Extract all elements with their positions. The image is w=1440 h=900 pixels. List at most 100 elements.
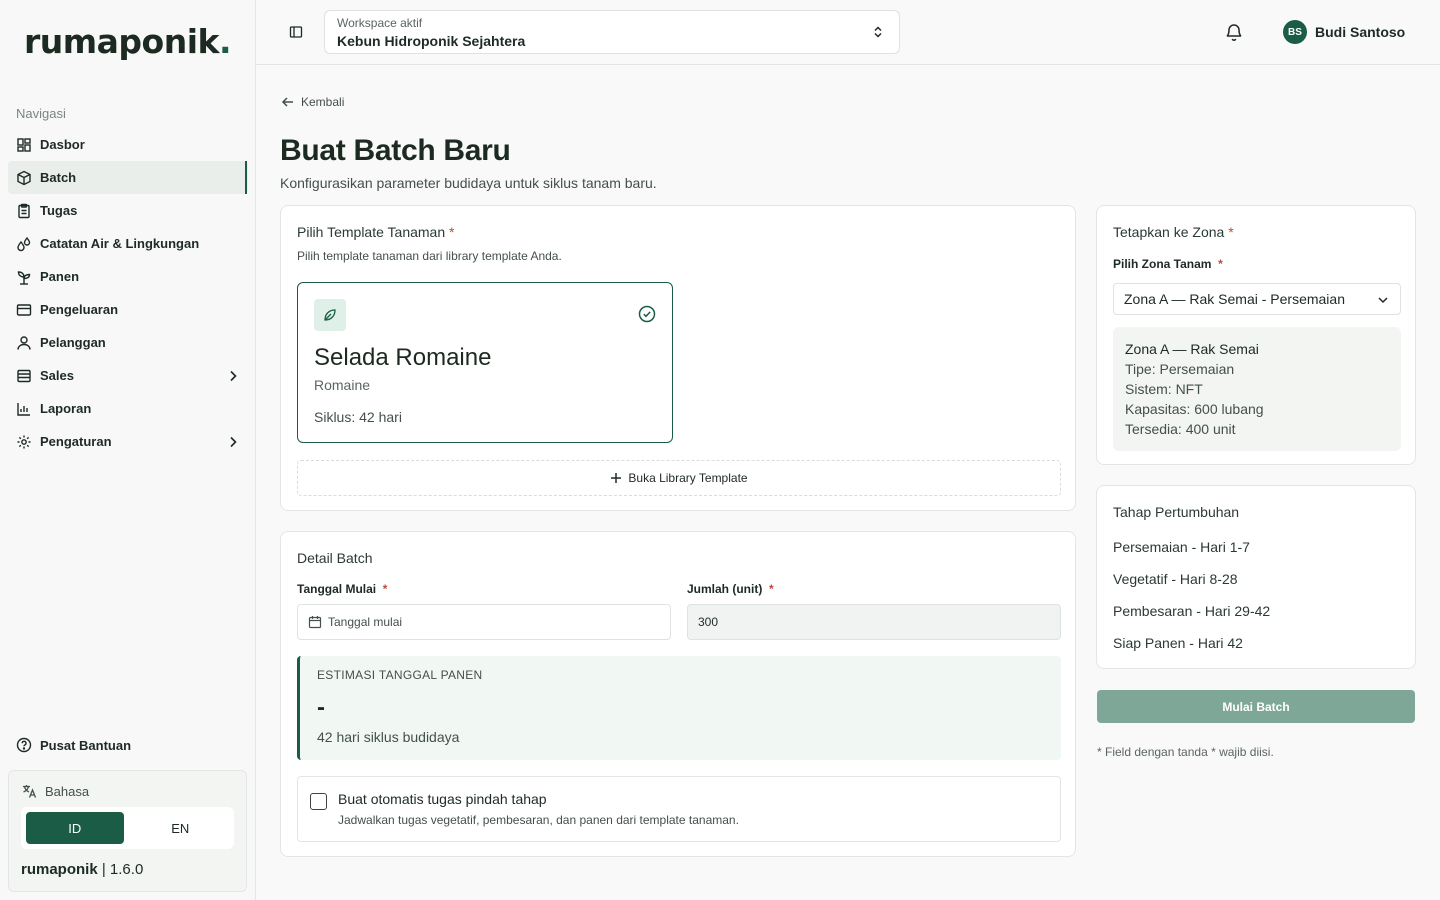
template-section-title: Pilih Template Tanaman * [297,224,455,240]
workspace-label: Workspace aktif [337,16,423,30]
required-fields-note: * Field dengan tanda * wajib diisi. [1097,745,1274,759]
sidebar-item-label: Panen [40,269,80,284]
start-date-label: Tanggal Mulai * [297,582,388,596]
sidebar-item-batch[interactable]: Batch [8,161,248,194]
workspace-value: Kebun Hidroponik Sejahtera [337,33,526,49]
sidebar-item-dasbor[interactable]: Dasbor [8,128,248,161]
language-label: Bahasa [21,783,89,799]
sidebar-item-pengaturan[interactable]: Pengaturan [8,425,248,458]
auto-task-description: Jadwalkan tugas vegetatif, pembesaran, d… [338,813,739,827]
user-icon [17,335,31,350]
user-menu[interactable]: BS Budi Santoso [1283,20,1405,44]
avatar: BS [1283,20,1307,44]
sidebar-item-label: Pengaturan [40,434,112,449]
zone-info-type: Tipe: Persemaian [1125,361,1235,377]
sidebar-item-label: Catatan Air & Lingkungan [40,236,200,251]
gear-icon [17,435,31,448]
zone-section-title: Tetapkan ke Zona * [1113,224,1234,240]
sidebar-item-sales[interactable]: Sales [8,359,248,392]
sidebar: rumaponik. Navigasi Dasbor Batch Tugas C… [0,0,256,900]
language-option-id[interactable]: ID [26,812,124,844]
growth-stage-item: Persemaian - Hari 1-7 [1113,539,1250,555]
harvest-estimate-label: ESTIMASI TANGGAL PANEN [317,668,483,682]
template-section-description: Pilih template tanaman dari library temp… [297,249,562,263]
language-toggle: ID EN [21,807,234,849]
auto-task-checkbox[interactable] [310,793,327,810]
language-panel: Bahasa ID EN rumaponik | 1.6.0 [8,770,247,892]
sprout-icon [17,270,31,285]
sidebar-item-label: Laporan [40,401,92,416]
app-version: rumaponik | 1.6.0 [21,861,144,878]
sidebar-nav: Dasbor Batch Tugas Catatan Air & Lingkun… [8,128,248,458]
language-option-en[interactable]: EN [132,812,230,844]
harvest-estimate-note: 42 hari siklus budidaya [317,729,460,745]
growth-stage-item: Pembesaran - Hari 29-42 [1113,603,1271,619]
chevron-right-icon[interactable] [226,369,240,383]
chart-icon [17,402,30,416]
batch-detail-section: Detail Batch Tanggal Mulai * Tanggal mul… [280,531,1076,857]
clipboard-icon [18,203,30,218]
check-circle-icon [638,305,656,323]
growth-stages-section: Tahap Pertumbuhan Persemaian - Hari 1-7 … [1096,485,1416,669]
workspace-switcher[interactable]: Workspace aktif Kebun Hidroponik Sejahte… [324,10,900,54]
back-link[interactable]: Kembali [281,95,344,109]
zone-info-available: Tersedia: 400 unit [1125,421,1236,437]
harvest-estimate-value: - [317,694,325,721]
page-title: Buat Batch Baru [280,134,511,167]
sidebar-item-tugas[interactable]: Tugas [8,194,248,227]
quantity-label: Jumlah (unit) * [687,582,774,596]
sidebar-item-panen[interactable]: Panen [8,260,248,293]
droplets-icon [17,236,31,251]
sidebar-item-pengeluaran[interactable]: Pengeluaran [8,293,248,326]
template-variety: Romaine [314,377,371,393]
dashboard-icon [17,137,31,152]
page-subtitle: Konfigurasikan parameter budidaya untuk … [280,175,657,191]
template-section: Pilih Template Tanaman * Pilih template … [280,205,1076,511]
sidebar-item-label: Pelanggan [40,335,106,350]
zone-select-label: Pilih Zona Tanam * [1113,257,1223,271]
zone-info-panel: Zona A — Rak Semai Tipe: Persemaian Sist… [1113,327,1401,451]
nav-heading: Navigasi [16,106,66,121]
template-name: Selada Romaine [314,344,492,371]
help-center-link[interactable]: Pusat Bantuan [16,737,131,753]
growth-stage-item: Siap Panen - Hari 42 [1113,635,1243,651]
zone-info-capacity: Kapasitas: 600 lubang [1125,401,1264,417]
leaf-icon-box [314,299,346,331]
sidebar-item-label: Sales [40,368,74,383]
bell-icon[interactable] [1224,22,1244,42]
sidebar-toggle-icon[interactable] [289,25,303,39]
zone-section: Tetapkan ke Zona * Pilih Zona Tanam * Zo… [1096,205,1416,465]
chevron-right-icon[interactable] [226,435,240,449]
chevron-up-down-icon [874,26,882,38]
sidebar-item-label: Batch [40,170,77,185]
plus-icon [611,473,622,483]
auto-task-title[interactable]: Buat otomatis tugas pindah tahap [338,791,547,807]
quantity-input[interactable]: 300 [687,604,1061,640]
calendar-icon [308,616,322,629]
harvest-estimate-box: ESTIMASI TANGGAL PANEN - 42 hari siklus … [297,656,1061,760]
receipt-icon [17,369,31,382]
arrow-left-icon [281,97,293,107]
help-center-label: Pusat Bantuan [40,737,132,753]
app-logo[interactable]: rumaponik. [24,22,232,61]
help-circle-icon [16,737,32,753]
zone-select[interactable]: Zona A — Rak Semai - Persemaian [1113,283,1401,315]
sidebar-item-pelanggan[interactable]: Pelanggan [8,326,248,359]
zone-info-name: Zona A — Rak Semai [1125,341,1259,357]
open-template-library-button[interactable]: Buka Library Template [297,460,1061,496]
start-batch-button[interactable]: Mulai Batch [1097,690,1415,723]
top-header: Workspace aktif Kebun Hidroponik Sejahte… [256,0,1440,65]
zone-info-system: Sistem: NFT [1125,381,1203,397]
batch-detail-title: Detail Batch [297,550,373,566]
chevron-down-icon [1378,297,1388,304]
template-cycle: Siklus: 42 hari [314,409,402,425]
wallet-icon [16,303,32,316]
auto-task-option: Buat otomatis tugas pindah tahap Jadwalk… [297,776,1061,842]
growth-stages-title: Tahap Pertumbuhan [1113,504,1240,520]
start-date-input[interactable]: Tanggal mulai [297,604,671,640]
sidebar-item-label: Dasbor [40,137,85,152]
template-card-selected[interactable]: Selada Romaine Romaine Siklus: 42 hari [297,282,673,443]
box-icon [17,170,31,185]
sidebar-item-laporan[interactable]: Laporan [8,392,248,425]
sidebar-item-catatan-air[interactable]: Catatan Air & Lingkungan [8,227,248,260]
